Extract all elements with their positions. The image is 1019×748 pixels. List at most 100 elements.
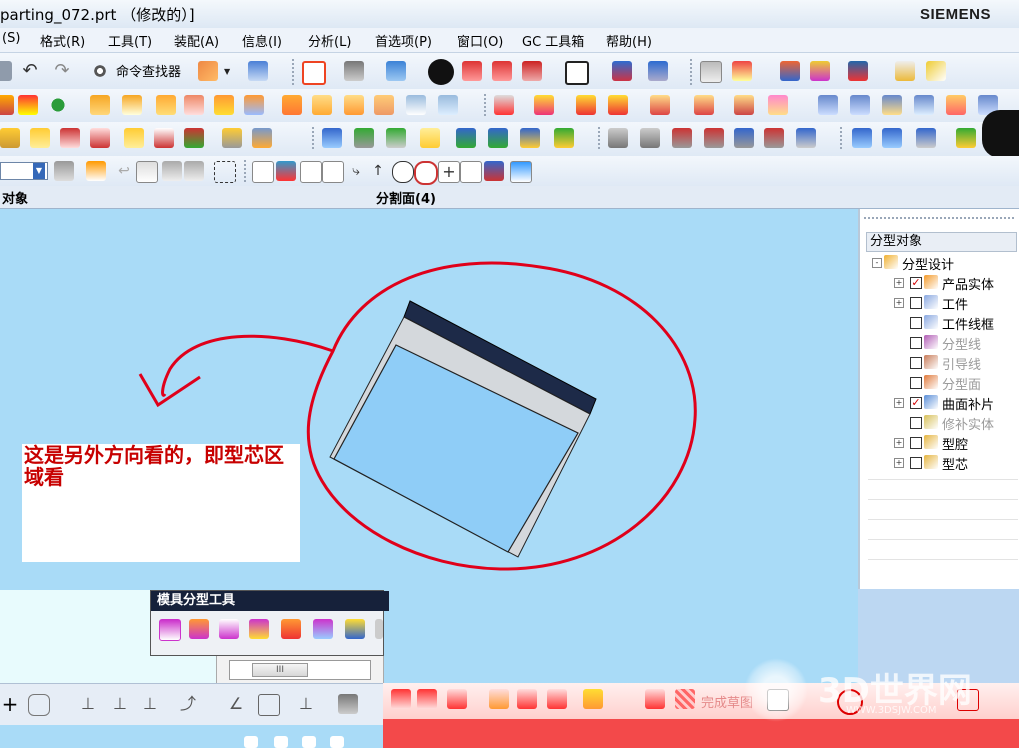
point-on-curve-icon[interactable]: [460, 161, 482, 183]
tool-icon[interactable]: [882, 95, 902, 115]
snap-icon[interactable]: [276, 161, 296, 181]
scrollbar[interactable]: III: [229, 660, 371, 680]
tool-icon[interactable]: [281, 619, 301, 639]
tree-item[interactable]: + 型芯: [868, 453, 1019, 473]
tree-item[interactable]: + ✓ 曲面补片: [868, 393, 1019, 413]
tool-icon[interactable]: [517, 689, 537, 709]
cube-red-icon[interactable]: [492, 61, 512, 81]
snap-icon[interactable]: [252, 161, 274, 183]
tool-icon[interactable]: [818, 95, 838, 115]
tool-icon[interactable]: [391, 689, 411, 709]
visibility-checkbox[interactable]: ✓: [910, 397, 922, 409]
curve-icon[interactable]: ⤷: [346, 161, 366, 181]
tool-icon[interactable]: [447, 689, 467, 709]
tool-icon[interactable]: [344, 95, 364, 115]
rectangle-select-icon[interactable]: [214, 161, 236, 183]
tool-icon[interactable]: [764, 128, 784, 148]
tool-icon[interactable]: [608, 128, 628, 148]
tool-icon[interactable]: [488, 128, 508, 148]
expand-icon[interactable]: +: [894, 298, 904, 308]
tool-icon[interactable]: [768, 95, 788, 115]
tool-icon[interactable]: [156, 95, 176, 115]
tool-icon[interactable]: [312, 95, 332, 115]
tool-icon[interactable]: [374, 95, 394, 115]
volume-icon[interactable]: [302, 736, 316, 748]
menu-item-edit[interactable]: (S): [2, 31, 20, 46]
tool-icon[interactable]: [704, 128, 724, 148]
arc-icon[interactable]: ↑: [368, 161, 388, 181]
add-component-icon[interactable]: [48, 95, 68, 115]
extend-icon[interactable]: ⊥: [110, 694, 130, 714]
mold-tools-title[interactable]: 模具分型工具: [151, 591, 389, 611]
measure-icon[interactable]: [895, 61, 915, 81]
visibility-checkbox[interactable]: [910, 437, 922, 449]
tool-icon[interactable]: [184, 95, 204, 115]
binoculars-icon[interactable]: [90, 61, 110, 81]
tool-icon[interactable]: [882, 128, 902, 148]
tool-icon[interactable]: [219, 619, 239, 639]
cube-icon[interactable]: [386, 61, 406, 81]
wcs-icon[interactable]: [344, 61, 364, 81]
corner-icon[interactable]: ⊥: [140, 694, 160, 714]
tool-icon[interactable]: [576, 95, 596, 115]
menu-item-assembly[interactable]: 装配(A): [174, 31, 219, 50]
tool-icon[interactable]: [122, 95, 142, 115]
tool-icon[interactable]: [489, 689, 509, 709]
tool-icon[interactable]: [282, 95, 302, 115]
tool-icon[interactable]: [244, 95, 264, 115]
dimension-icon[interactable]: [258, 694, 280, 716]
visibility-checkbox[interactable]: [910, 457, 922, 469]
tool-icon[interactable]: [694, 95, 714, 115]
tree-item[interactable]: + 工件: [868, 293, 1019, 313]
command-finder-label[interactable]: 命令查找器: [116, 61, 181, 80]
tool-icon[interactable]: [554, 128, 574, 148]
tool-icon[interactable]: [0, 95, 14, 115]
tree-item[interactable]: 引导线: [868, 353, 1019, 373]
scrollbar-thumb[interactable]: III: [252, 663, 308, 677]
arrow-icon[interactable]: ↩: [114, 161, 134, 181]
visibility-checkbox[interactable]: [910, 317, 922, 329]
tool-icon[interactable]: [60, 128, 80, 148]
tree-item[interactable]: 工件线框: [868, 313, 1019, 333]
view-triad-widget[interactable]: [982, 110, 1019, 158]
menu-item-gc-toolbox[interactable]: GC 工具箱: [522, 31, 584, 50]
tool-icon[interactable]: [386, 128, 406, 148]
tool-icon[interactable]: [916, 128, 936, 148]
tool-icon[interactable]: [547, 689, 567, 709]
tool-icon[interactable]: [406, 95, 426, 115]
tool-icon[interactable]: [734, 95, 754, 115]
tool-icon[interactable]: [946, 95, 966, 115]
tree-item[interactable]: 分型面: [868, 373, 1019, 393]
tool-icon[interactable]: [18, 95, 38, 115]
menu-item-format[interactable]: 格式(R): [40, 31, 85, 50]
tool-icon[interactable]: [124, 128, 144, 148]
tool-icon[interactable]: [484, 161, 504, 181]
tool-icon[interactable]: [534, 95, 554, 115]
tool-icon[interactable]: [338, 694, 358, 714]
midpoint-icon[interactable]: [322, 161, 344, 183]
tool-icon[interactable]: [154, 128, 174, 148]
orient-icon[interactable]: [522, 61, 542, 81]
endpoint-icon[interactable]: [300, 161, 322, 183]
select-icon[interactable]: [86, 161, 106, 181]
tree-item[interactable]: + ✓ 产品实体: [868, 273, 1019, 293]
tool-icon[interactable]: [222, 128, 242, 148]
menu-item-info[interactable]: 信息(I): [242, 31, 282, 50]
move-icon[interactable]: [612, 61, 632, 81]
tool-icon[interactable]: [645, 689, 665, 709]
tool-icon[interactable]: [184, 161, 204, 181]
cube-icon[interactable]: [510, 161, 532, 183]
tool-icon[interactable]: [249, 619, 269, 639]
move2-icon[interactable]: [648, 61, 668, 81]
mirror-icon[interactable]: ⊥: [296, 694, 316, 714]
menu-item-tools[interactable]: 工具(T): [108, 31, 152, 50]
tool-icon[interactable]: [438, 95, 458, 115]
tool-icon[interactable]: [420, 128, 440, 148]
dropdown-arrow-icon[interactable]: ▼: [224, 67, 230, 76]
tool-icon[interactable]: [189, 619, 209, 639]
tool-icon[interactable]: [583, 689, 603, 709]
section-icon[interactable]: [462, 61, 482, 81]
tool-icon[interactable]: [417, 689, 437, 709]
play-icon[interactable]: [848, 61, 868, 81]
tool-icon[interactable]: [956, 128, 976, 148]
